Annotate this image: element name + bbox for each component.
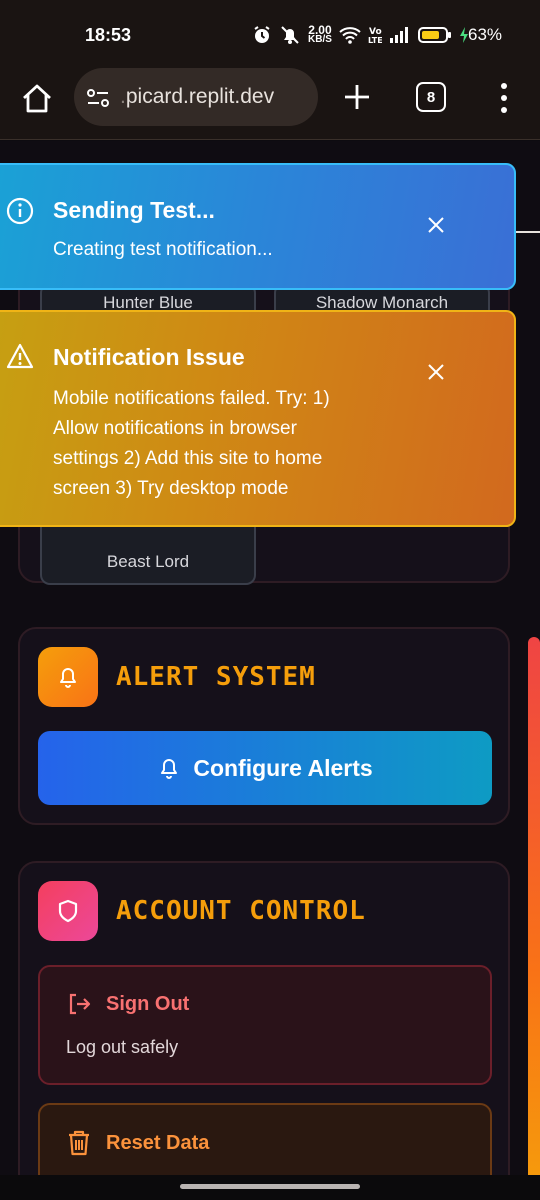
configure-alerts-label: Configure Alerts (193, 754, 373, 781)
logout-icon (69, 993, 91, 1015)
toast-sending-test: Sending Test... Creating test notificati… (0, 163, 516, 290)
sign-out-title: Sign Out (66, 991, 189, 1017)
close-icon[interactable] (426, 362, 446, 382)
url-text[interactable]: .picard.replit.dev (120, 85, 274, 109)
toast-message: Creating test notification... (53, 239, 273, 260)
alert-system-header: ALERT SYSTEM (38, 647, 316, 707)
alert-system-card: ALERT SYSTEM Configure Alerts (18, 627, 510, 825)
account-control-title: ACCOUNT CONTROL (116, 896, 366, 926)
toast-title: Sending Test... (53, 197, 215, 223)
account-control-card: ACCOUNT CONTROL Sign Out Log out safely … (18, 861, 510, 1200)
account-control-header: ACCOUNT CONTROL (38, 881, 366, 941)
scrollbar-thumb[interactable] (528, 637, 540, 1200)
signal-icon (389, 27, 408, 43)
browser-toolbar: .picard.replit.dev 8 (0, 68, 540, 140)
info-icon (6, 197, 34, 225)
home-indicator[interactable] (180, 1184, 360, 1189)
address-bar[interactable]: .picard.replit.dev (74, 68, 318, 126)
mute-icon (281, 26, 299, 44)
home-icon[interactable] (20, 82, 54, 116)
status-icons: 2.00 KB/S Vo LTE (252, 22, 469, 48)
warning-icon (6, 343, 34, 369)
alarm-icon (254, 26, 270, 43)
trash-icon (69, 1130, 89, 1156)
svg-text:LTE: LTE (368, 36, 382, 45)
configure-alerts-button[interactable]: Configure Alerts (38, 731, 492, 805)
more-menu-icon[interactable] (494, 80, 514, 116)
shield-icon (38, 881, 98, 941)
tab-switcher-button[interactable]: 8 (416, 82, 446, 112)
toast-notification-issue: Notification Issue Mobile notifications … (0, 310, 516, 527)
close-icon[interactable] (426, 215, 446, 235)
theme-button-beast-lord[interactable]: Beast Lord (40, 519, 256, 585)
bell-icon (161, 759, 178, 779)
toast-title: Notification Issue (53, 344, 245, 370)
bell-icon (38, 647, 98, 707)
alert-system-title: ALERT SYSTEM (116, 662, 316, 692)
sign-out-description: Log out safely (66, 1037, 179, 1057)
wifi-icon (339, 27, 361, 44)
divider (516, 231, 540, 233)
battery-percent: 63% (468, 25, 503, 44)
status-time: 18:53 (85, 25, 132, 45)
page-content: Hunter Blue Shadow Monarch Beast Lord AL… (0, 141, 540, 1200)
volte-icon: VoLTE (368, 27, 382, 45)
toast-message: Mobile notifications failed. Try: 1) All… (53, 388, 330, 499)
battery-icon (417, 27, 451, 43)
status-bar: 18:53 2.00 KB/S Vo LTE 63% (0, 0, 540, 68)
reset-data-title: Reset Data (66, 1129, 209, 1157)
site-settings-icon[interactable] (86, 88, 110, 108)
net-speed: 2.00 KB/S (308, 23, 332, 45)
sign-out-button[interactable]: Sign Out Log out safely (38, 965, 492, 1085)
new-tab-icon[interactable] (340, 80, 374, 114)
